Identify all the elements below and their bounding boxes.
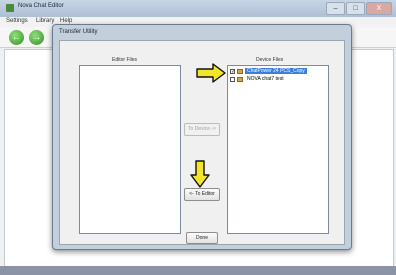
window-controls: – □ X (326, 2, 392, 15)
device-file-item[interactable]: NOVA chat7 test (230, 76, 286, 82)
back-arrow-icon[interactable]: ← (9, 30, 24, 45)
editor-files-label: Editor Files (112, 57, 138, 63)
file-icon (237, 68, 243, 74)
app-icon (6, 4, 14, 12)
done-button[interactable]: Done (186, 232, 218, 244)
to-device-button[interactable]: To Device -> (184, 123, 220, 136)
forward-arrow-icon[interactable]: → (29, 30, 44, 45)
device-files-label: Device Files (256, 57, 284, 63)
menu-library[interactable]: Library (36, 18, 54, 24)
transfer-utility-dialog: Transfer Utility Editor Files Device Fil… (52, 24, 352, 250)
device-file-name: ChatPower 24 PCS_Copy (245, 68, 307, 74)
dialog-body: Editor Files Device Files ✓ ChatPower 24… (59, 40, 345, 245)
annotation-arrow-down-icon (190, 160, 210, 188)
device-files-list[interactable]: ✓ ChatPower 24 PCS_Copy NOVA chat7 test (227, 65, 329, 234)
menu-settings[interactable]: Settings (6, 18, 28, 24)
close-button[interactable]: X (366, 2, 392, 15)
minimize-button[interactable]: – (326, 2, 345, 15)
taskbar-strip (0, 266, 396, 275)
to-editor-button[interactable]: <- To Editor (184, 188, 220, 201)
device-file-name: NOVA chat7 test (247, 76, 284, 82)
file-icon (237, 76, 243, 82)
annotation-arrow-right-icon (196, 63, 226, 83)
app-titlebar: Nova Chat Editor – □ X (0, 0, 396, 17)
device-file-checkbox[interactable]: ✓ (230, 68, 235, 74)
device-file-item[interactable]: ✓ ChatPower 24 PCS_Copy (230, 68, 307, 74)
app-title: Nova Chat Editor (18, 3, 64, 9)
editor-files-list[interactable] (79, 65, 181, 234)
maximize-button[interactable]: □ (346, 2, 365, 15)
dialog-title: Transfer Utility (59, 29, 98, 35)
device-file-checkbox[interactable] (230, 76, 235, 82)
